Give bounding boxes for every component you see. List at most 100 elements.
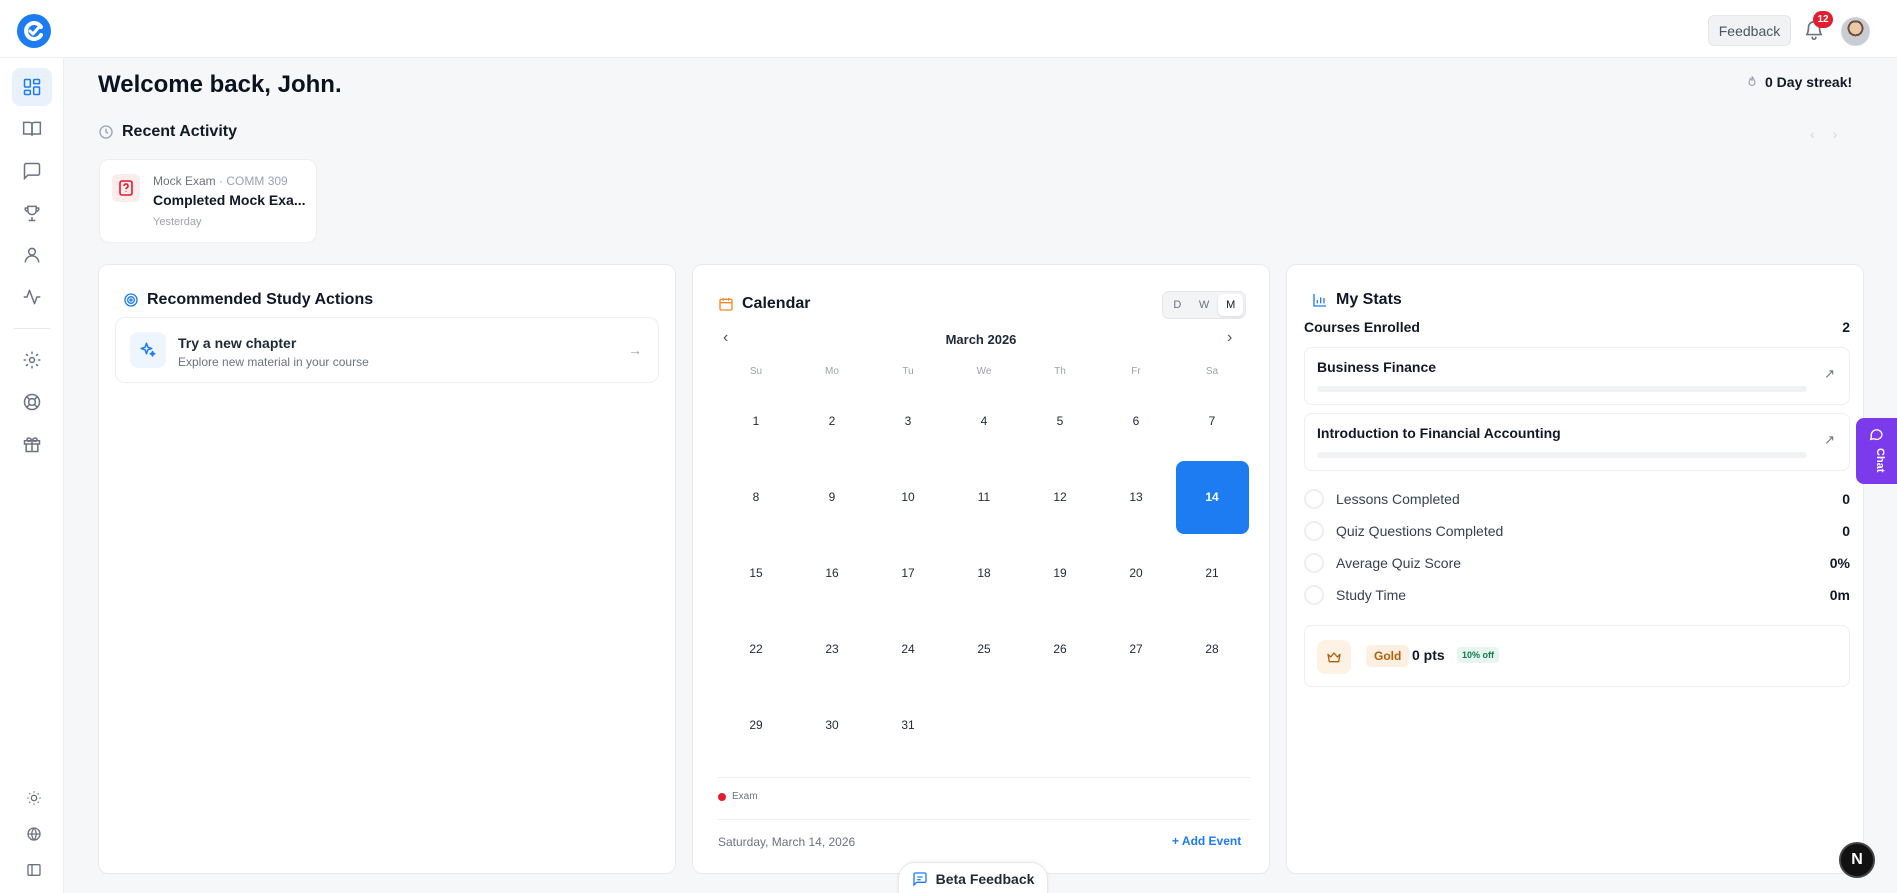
calendar-day[interactable]: 8 bbox=[718, 459, 794, 535]
calendar-next-month-icon[interactable]: › bbox=[1227, 329, 1232, 347]
feedback-button[interactable]: Feedback bbox=[1708, 15, 1791, 46]
metric-row: Quiz Questions Completed 0 bbox=[1304, 520, 1850, 542]
sidebar-item-settings[interactable] bbox=[12, 341, 52, 379]
calendar-day[interactable]: 28 bbox=[1174, 611, 1250, 687]
calendar-day[interactable]: 24 bbox=[870, 611, 946, 687]
sidebar-item-help[interactable] bbox=[12, 383, 52, 421]
recommended-action-item[interactable]: Try a new chapter Explore new material i… bbox=[115, 317, 659, 383]
calendar-day[interactable]: 6 bbox=[1098, 383, 1174, 459]
collapse-sidebar-button[interactable] bbox=[24, 860, 44, 880]
arrow-right-icon: → bbox=[628, 342, 642, 358]
my-stats-card: My Stats Courses Enrolled 2 Business Fin… bbox=[1286, 264, 1864, 874]
calendar-day-today-label: 14 bbox=[1175, 460, 1249, 534]
rewards-tier-card[interactable]: Gold 0 pts 10% off bbox=[1304, 625, 1850, 687]
chat-tab[interactable]: Chat bbox=[1856, 418, 1897, 484]
sidebar-item-messages[interactable] bbox=[12, 152, 52, 190]
recent-activity-header: Recent Activity bbox=[98, 123, 237, 141]
calendar-day[interactable]: 25 bbox=[946, 611, 1022, 687]
lifebuoy-icon bbox=[23, 393, 41, 411]
weekday-label: Sa bbox=[1205, 366, 1219, 377]
calendar-day[interactable]: 22 bbox=[718, 611, 794, 687]
recommended-action-title: Try a new chapter bbox=[178, 335, 297, 351]
metric-value: 0 bbox=[1842, 523, 1850, 539]
calendar-title: Calendar bbox=[742, 295, 811, 312]
tier-discount-badge: 10% off bbox=[1457, 647, 1500, 663]
calendar-week: 22 23 24 25 26 27 28 bbox=[718, 611, 1250, 687]
calendar-day[interactable]: 16 bbox=[794, 535, 870, 611]
activity-card[interactable]: Mock Exam · COMM 309 Completed Mock Exa.… bbox=[99, 159, 317, 243]
user-avatar[interactable] bbox=[1841, 17, 1870, 46]
sidebar-item-courses[interactable] bbox=[12, 110, 52, 148]
calendar-day[interactable]: 10 bbox=[870, 459, 946, 535]
courses-enrolled-row: Courses Enrolled 2 bbox=[1304, 319, 1850, 335]
exam-document-icon bbox=[112, 174, 140, 202]
metric-row: Lessons Completed 0 bbox=[1304, 488, 1850, 510]
beta-feedback-button[interactable]: Beta Feedback bbox=[898, 862, 1048, 893]
weekday-label: Su bbox=[749, 366, 763, 377]
calendar-day[interactable]: 5 bbox=[1022, 383, 1098, 459]
add-event-button[interactable]: + Add Event bbox=[1172, 834, 1241, 848]
sidebar-item-achievements[interactable] bbox=[12, 194, 52, 232]
chevron-right-icon[interactable]: › bbox=[1833, 126, 1838, 142]
view-week-button[interactable]: W bbox=[1192, 294, 1217, 316]
calendar-day bbox=[946, 687, 1022, 763]
calendar-day[interactable]: 7 bbox=[1174, 383, 1250, 459]
dashboard-icon bbox=[23, 78, 41, 96]
recent-activity-nav: ‹ › bbox=[1810, 126, 1837, 142]
tier-points: 0 pts bbox=[1412, 647, 1445, 663]
language-button[interactable] bbox=[24, 824, 44, 844]
calendar-day[interactable]: 27 bbox=[1098, 611, 1174, 687]
course-card[interactable]: Business Finance ↗ bbox=[1304, 347, 1850, 405]
view-day-button[interactable]: D bbox=[1165, 294, 1190, 316]
calendar-day[interactable]: 12 bbox=[1022, 459, 1098, 535]
calendar-day[interactable]: 21 bbox=[1174, 535, 1250, 611]
calendar-view-toggle: D W M bbox=[1162, 291, 1246, 319]
sidebar-item-rewards[interactable] bbox=[12, 425, 52, 463]
sidebar bbox=[0, 58, 64, 893]
calendar-day[interactable]: 30 bbox=[794, 687, 870, 763]
activity-course: · COMM 309 bbox=[219, 174, 288, 188]
view-month-button[interactable]: M bbox=[1218, 294, 1244, 316]
weekday-label: Mo bbox=[825, 366, 839, 377]
course-progress-bar bbox=[1317, 452, 1807, 458]
calendar-day[interactable]: 13 bbox=[1098, 459, 1174, 535]
calendar-day[interactable]: 29 bbox=[718, 687, 794, 763]
calendar-day[interactable]: 2 bbox=[794, 383, 870, 459]
message-icon bbox=[23, 162, 41, 181]
calendar-day[interactable]: 1 bbox=[718, 383, 794, 459]
calendar-grid: Su Mo Tu We Th Fr Sa 1 2 3 4 5 6 7 8 9 1… bbox=[718, 361, 1250, 763]
recent-activity-title: Recent Activity bbox=[122, 123, 237, 140]
n-floating-button[interactable]: N bbox=[1839, 842, 1875, 878]
calendar-day[interactable]: 11 bbox=[946, 459, 1022, 535]
crown-icon bbox=[1317, 640, 1351, 674]
theme-toggle[interactable] bbox=[24, 788, 44, 808]
calendar-day[interactable]: 4 bbox=[946, 383, 1022, 459]
metric-label: Study Time bbox=[1336, 587, 1407, 603]
calendar-day[interactable]: 17 bbox=[870, 535, 946, 611]
sidebar-item-profile[interactable] bbox=[12, 236, 52, 274]
calendar-day[interactable]: 9 bbox=[794, 459, 870, 535]
recommended-study-card: Recommended Study Actions Try a new chap… bbox=[98, 264, 676, 874]
calendar-day[interactable]: 3 bbox=[870, 383, 946, 459]
book-icon bbox=[22, 121, 42, 136]
chevron-left-icon[interactable]: ‹ bbox=[1810, 126, 1815, 142]
sparkle-icon bbox=[130, 332, 166, 368]
external-link-icon[interactable]: ↗ bbox=[1824, 432, 1835, 448]
calendar-day-today[interactable]: 14 bbox=[1174, 459, 1250, 535]
sidebar-item-dashboard[interactable] bbox=[12, 68, 52, 106]
calendar-day[interactable]: 18 bbox=[946, 535, 1022, 611]
calendar-day[interactable]: 15 bbox=[718, 535, 794, 611]
sidebar-item-activity[interactable] bbox=[12, 278, 52, 316]
calendar-day[interactable]: 23 bbox=[794, 611, 870, 687]
app-logo[interactable] bbox=[17, 14, 51, 48]
course-card[interactable]: Introduction to Financial Accounting ↗ bbox=[1304, 413, 1850, 471]
calendar-day[interactable]: 19 bbox=[1022, 535, 1098, 611]
calendar-day[interactable]: 31 bbox=[870, 687, 946, 763]
calendar-day[interactable]: 26 bbox=[1022, 611, 1098, 687]
calendar-day bbox=[1098, 687, 1174, 763]
activity-title: Completed Mock Exa... bbox=[153, 192, 306, 208]
calendar-day[interactable]: 20 bbox=[1098, 535, 1174, 611]
external-link-icon[interactable]: ↗ bbox=[1824, 366, 1835, 382]
gift-icon bbox=[23, 437, 41, 453]
sun-icon bbox=[27, 791, 41, 805]
